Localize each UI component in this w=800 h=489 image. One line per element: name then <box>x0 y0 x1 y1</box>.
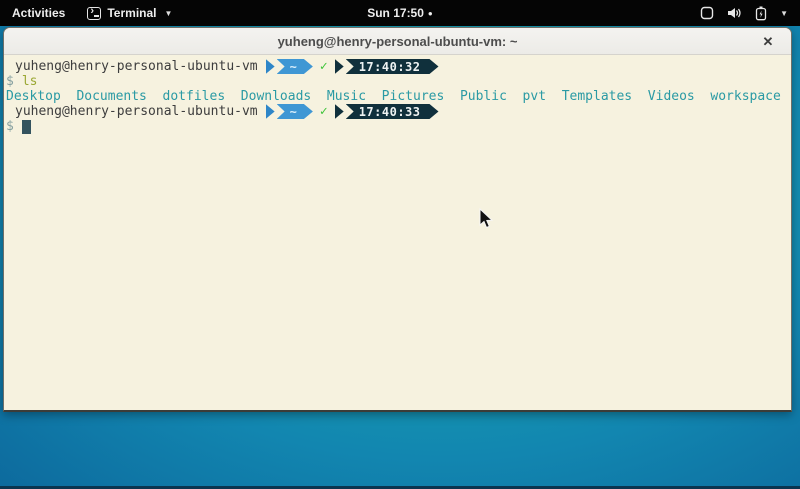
volume-icon <box>727 6 742 20</box>
system-status-area[interactable]: ▼ <box>700 6 800 21</box>
check-icon: ✓ <box>320 59 328 74</box>
text-cursor <box>22 120 31 134</box>
powerline-arrow-icon <box>266 59 275 74</box>
app-menu-caret-icon: ▼ <box>164 9 172 18</box>
close-button[interactable]: ✕ <box>757 28 779 55</box>
window-title: yuheng@henry-personal-ubuntu-vm: ~ <box>278 34 518 49</box>
display-icon <box>700 6 714 20</box>
terminal-viewport[interactable]: yuheng@henry-personal-ubuntu-vm ~ ✓ 17:4… <box>4 56 791 410</box>
cwd-flag: ~ <box>266 59 313 74</box>
activities-button[interactable]: Activities <box>0 0 77 26</box>
notification-dot: ● <box>428 10 433 18</box>
app-menu-terminal[interactable]: Terminal ▼ <box>77 0 182 26</box>
prompt-symbol: $ <box>6 74 14 89</box>
mouse-pointer-icon <box>479 208 494 235</box>
command-text: ls <box>22 74 38 89</box>
top-bar-left: Activities Terminal ▼ <box>0 0 182 26</box>
chevron-down-icon: ▼ <box>780 9 788 18</box>
desktop-screen: Activities Terminal ▼ Sun 17:50 ● <box>0 0 800 489</box>
prompt-symbol: $ <box>6 119 14 134</box>
command-line: $ ls <box>6 74 789 89</box>
terminal-window: yuheng@henry-personal-ubuntu-vm: ~ ✕ yuh… <box>3 27 792 412</box>
battery-charging-icon <box>755 6 767 21</box>
powerline-arrow-icon <box>335 59 344 74</box>
powerline-arrow-icon <box>335 104 344 119</box>
powerline-arrow-icon <box>266 104 275 119</box>
prompt-time: 17:40:33 <box>346 104 439 119</box>
check-icon: ✓ <box>320 104 328 119</box>
current-input-line[interactable]: $ <box>6 119 789 134</box>
directory-list: Desktop Documents dotfiles Downloads Mus… <box>6 89 781 104</box>
terminal-app-icon <box>87 7 101 20</box>
cwd-label: ~ <box>277 59 313 74</box>
terminal-headerbar[interactable]: yuheng@henry-personal-ubuntu-vm: ~ ✕ <box>4 28 791 55</box>
cwd-label: ~ <box>277 104 313 119</box>
time-flag: 17:40:33 <box>335 104 439 119</box>
prompt-line-2: yuheng@henry-personal-ubuntu-vm ~ ✓ 17:4… <box>6 104 789 119</box>
prompt-time: 17:40:32 <box>346 59 439 74</box>
app-menu-label: Terminal <box>107 6 156 20</box>
ls-output-line: Desktop Documents dotfiles Downloads Mus… <box>6 89 789 104</box>
prompt-user-host: yuheng@henry-personal-ubuntu-vm <box>15 104 258 119</box>
prompt-line-1: yuheng@henry-personal-ubuntu-vm ~ ✓ 17:4… <box>6 59 789 74</box>
gnome-top-bar: Activities Terminal ▼ Sun 17:50 ● <box>0 0 800 26</box>
time-flag: 17:40:32 <box>335 59 439 74</box>
cwd-flag: ~ <box>266 104 313 119</box>
clock-label[interactable]: Sun 17:50 <box>367 6 424 20</box>
prompt-user-host: yuheng@henry-personal-ubuntu-vm <box>15 59 258 74</box>
